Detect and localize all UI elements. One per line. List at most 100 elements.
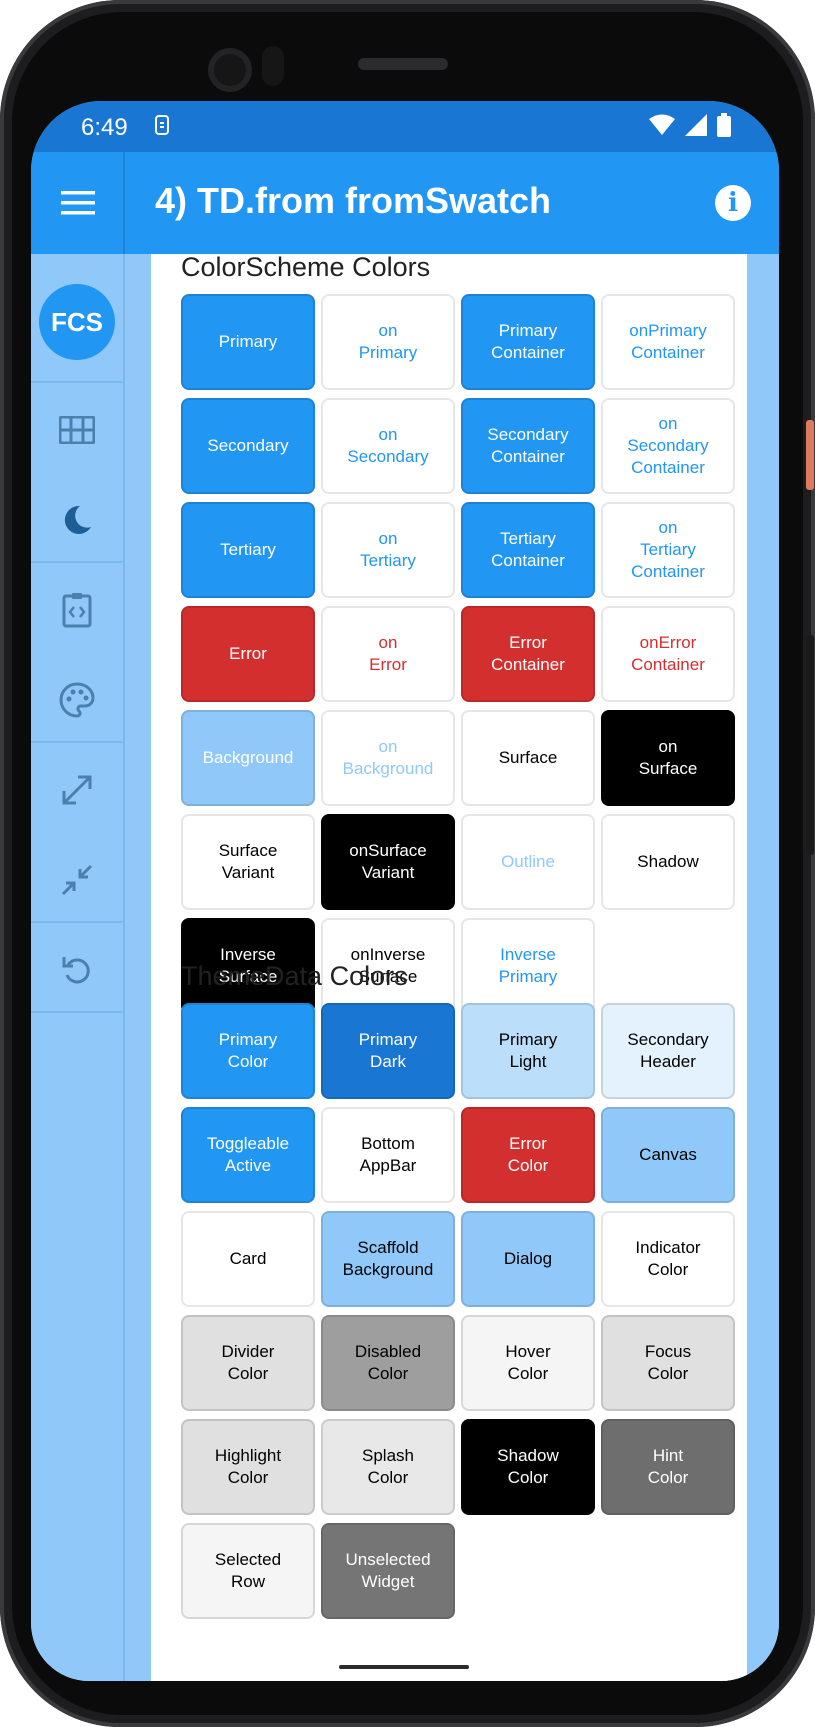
- battery-icon: [717, 113, 731, 137]
- color-swatch[interactable]: Divider Color: [181, 1315, 315, 1411]
- color-swatch-label: Primary: [218, 332, 278, 351]
- expand-button[interactable]: [52, 765, 102, 815]
- color-swatch[interactable]: Splash Color: [321, 1419, 455, 1515]
- info-icon[interactable]: i: [715, 185, 751, 221]
- color-swatch-label: Card: [229, 1249, 267, 1268]
- palette-icon: [59, 682, 95, 718]
- color-swatch[interactable]: on Surface: [601, 710, 735, 806]
- color-swatch-label: Unselected Widget: [345, 1550, 431, 1591]
- colors-card: ColorScheme Colors Primary on Primary Prim…: [151, 252, 747, 1681]
- colorscheme-section-title: ColorScheme Colors: [181, 252, 431, 282]
- app-bar: 4) TD.from fromSwatch i: [31, 152, 779, 254]
- color-swatch-label: Splash Color: [362, 1446, 414, 1487]
- color-swatch[interactable]: onSurface Variant: [321, 814, 455, 910]
- status-time: 6:49: [81, 114, 128, 141]
- color-swatch[interactable]: Shadow Color: [461, 1419, 595, 1515]
- moon-icon: [64, 505, 91, 534]
- color-swatch-label: on Error: [369, 633, 407, 674]
- color-swatch-label: Disabled Color: [354, 1342, 422, 1383]
- color-swatch[interactable]: on Tertiary: [321, 502, 455, 598]
- collapse-icon: [61, 864, 93, 896]
- rail-divider: [31, 381, 123, 383]
- color-swatch[interactable]: Secondary Container: [461, 398, 595, 494]
- color-swatch[interactable]: on Primary: [321, 294, 455, 390]
- grid-view-button[interactable]: [52, 405, 102, 455]
- color-swatch-label: Shadow Color: [497, 1446, 559, 1487]
- color-swatch[interactable]: Surface: [461, 710, 595, 806]
- color-swatch[interactable]: Inverse Primary: [461, 918, 595, 1014]
- color-swatch-label: Hint Color: [647, 1446, 689, 1487]
- color-swatch-label: Error: [229, 644, 267, 663]
- color-swatch[interactable]: on Secondary Container: [601, 398, 735, 494]
- dark-mode-button[interactable]: [52, 495, 102, 545]
- palette-button[interactable]: [52, 675, 102, 725]
- color-swatch[interactable]: Card: [181, 1211, 315, 1307]
- color-swatch[interactable]: Primary Color: [181, 1003, 315, 1099]
- color-swatch[interactable]: Tertiary Container: [461, 502, 595, 598]
- color-swatch[interactable]: Primary Container: [461, 294, 595, 390]
- color-swatch[interactable]: Error Container: [461, 606, 595, 702]
- color-swatch[interactable]: Bottom AppBar: [321, 1107, 455, 1203]
- color-swatch[interactable]: onPrimary Container: [601, 294, 735, 390]
- page-title: 4) TD.from fromSwatch: [155, 180, 552, 221]
- refresh-icon: [62, 957, 90, 984]
- color-swatch[interactable]: Indicator Color: [601, 1211, 735, 1307]
- color-swatch[interactable]: Dialog: [461, 1211, 595, 1307]
- color-swatch[interactable]: Scaffold Background: [321, 1211, 455, 1307]
- color-swatch[interactable]: Focus Color: [601, 1315, 735, 1411]
- color-swatch-label: Surface Variant: [218, 841, 278, 882]
- color-swatch[interactable]: Selected Row: [181, 1523, 315, 1619]
- color-swatch[interactable]: Secondary Header: [601, 1003, 735, 1099]
- color-swatch[interactable]: on Background: [321, 710, 455, 806]
- code-view-button[interactable]: [52, 585, 102, 635]
- color-swatch[interactable]: on Error: [321, 606, 455, 702]
- color-swatch[interactable]: Tertiary: [181, 502, 315, 598]
- color-swatch[interactable]: Disabled Color: [321, 1315, 455, 1411]
- navigation-rail: FCS: [31, 254, 125, 1681]
- color-swatch-label: Hover Color: [505, 1342, 551, 1383]
- color-swatch[interactable]: Primary Dark: [321, 1003, 455, 1099]
- color-swatch-label: on Tertiary: [360, 529, 416, 570]
- color-swatch[interactable]: Primary: [181, 294, 315, 390]
- expand-icon: [62, 775, 92, 805]
- color-swatch-label: Tertiary Container: [491, 529, 565, 570]
- color-swatch[interactable]: Outline: [461, 814, 595, 910]
- color-swatch-label: on Tertiary Container: [631, 518, 705, 581]
- reset-button[interactable]: [52, 945, 102, 995]
- color-swatch[interactable]: on Secondary: [321, 398, 455, 494]
- color-swatch[interactable]: Toggleable Active: [181, 1107, 315, 1203]
- color-swatch[interactable]: Primary Light: [461, 1003, 595, 1099]
- color-swatch[interactable]: Hover Color: [461, 1315, 595, 1411]
- color-swatch-label: Divider Color: [221, 1342, 275, 1383]
- color-swatch[interactable]: Error: [181, 606, 315, 702]
- grid-icon: [59, 416, 95, 444]
- color-swatch-label: Focus Color: [644, 1342, 692, 1383]
- color-swatch[interactable]: Canvas: [601, 1107, 735, 1203]
- fcs-badge[interactable]: FCS: [39, 284, 115, 360]
- color-swatch-label: Toggleable Active: [206, 1134, 290, 1175]
- menu-icon[interactable]: [61, 186, 95, 220]
- color-swatch[interactable]: Shadow: [601, 814, 735, 910]
- color-swatch-label: onError Container: [631, 633, 705, 674]
- color-swatch[interactable]: Secondary: [181, 398, 315, 494]
- color-swatch[interactable]: Error Color: [461, 1107, 595, 1203]
- color-swatch[interactable]: Background: [181, 710, 315, 806]
- color-swatch-label: Primary Container: [491, 321, 565, 362]
- color-swatch-label: Canvas: [639, 1145, 697, 1164]
- color-swatch[interactable]: Highlight Color: [181, 1419, 315, 1515]
- earpiece-speaker: [358, 58, 448, 70]
- color-swatch[interactable]: onError Container: [601, 606, 735, 702]
- color-swatch[interactable]: Hint Color: [601, 1419, 735, 1515]
- color-swatch-label: Selected Row: [214, 1550, 282, 1591]
- color-swatch-label: on Surface: [638, 737, 698, 778]
- color-swatch[interactable]: Surface Variant: [181, 814, 315, 910]
- color-swatch[interactable]: on Tertiary Container: [601, 502, 735, 598]
- volume-button: [806, 635, 814, 855]
- color-swatch-label: onSurface Variant: [349, 841, 427, 882]
- rail-divider: [31, 921, 123, 923]
- rail-divider: [31, 1011, 123, 1013]
- collapse-button[interactable]: [52, 855, 102, 905]
- color-swatch-label: Error Container: [491, 633, 565, 674]
- home-indicator[interactable]: [339, 1665, 469, 1669]
- color-swatch[interactable]: Unselected Widget: [321, 1523, 455, 1619]
